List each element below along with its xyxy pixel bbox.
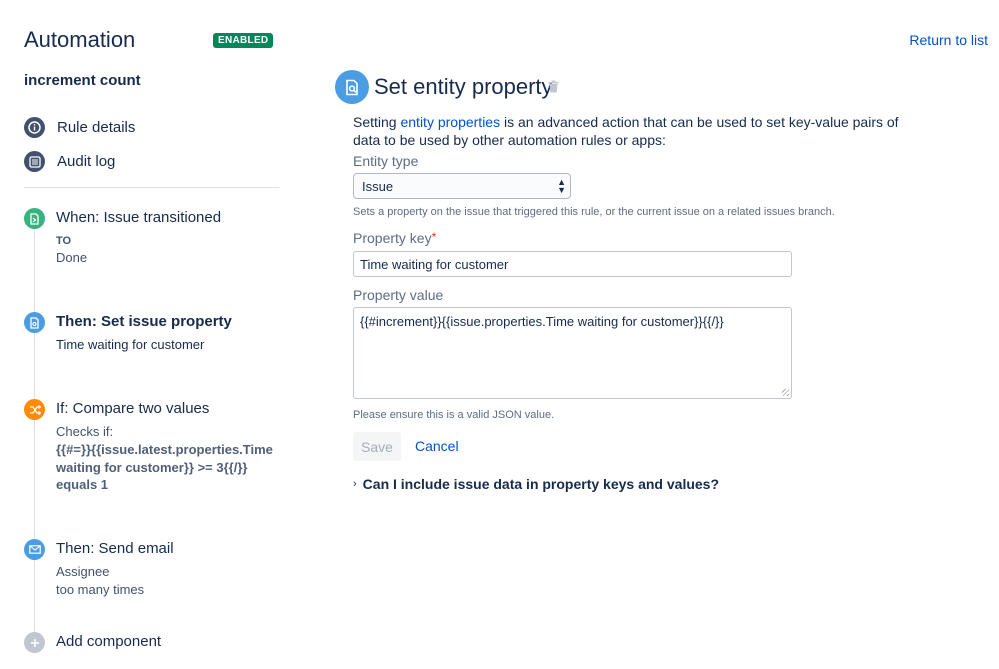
panel-description: Setting entity properties is an advanced…: [353, 114, 899, 148]
nav-label: Audit log: [57, 153, 116, 170]
mail-icon: [24, 539, 45, 560]
panel-title: Set entity property: [374, 74, 553, 99]
step-send-email[interactable]: Then: Send email Assignee too many times: [24, 539, 284, 599]
entity-property-icon: [335, 70, 369, 104]
nav-label: Rule details: [57, 119, 136, 136]
step-detail: Checks if:: [56, 424, 114, 439]
sidebar-divider: [24, 187, 279, 188]
step-title: When: Issue transitioned: [56, 209, 222, 226]
faq-expander[interactable]: › Can I include issue data in property k…: [353, 476, 719, 492]
property-value-label: Property value: [353, 287, 444, 303]
entity-properties-link[interactable]: entity properties: [400, 114, 500, 130]
nav-audit-log[interactable]: Audit log: [24, 151, 115, 172]
add-component-label: Add component: [56, 633, 162, 650]
property-value-text: {{#increment}}{{issue.properties.Time wa…: [360, 314, 724, 329]
entity-type-label: Entity type: [353, 153, 419, 169]
chevron-right-icon: ›: [353, 478, 357, 490]
step-compare-values[interactable]: If: Compare two values Checks if: {{#=}}…: [24, 399, 284, 494]
property-value-textarea[interactable]: {{#increment}}{{issue.properties.Time wa…: [353, 307, 792, 399]
nav-rule-details[interactable]: Rule details: [24, 117, 135, 138]
step-title: Then: Send email: [56, 540, 174, 557]
resize-handle[interactable]: [782, 389, 789, 396]
info-icon: [24, 117, 45, 138]
step-detail: equals 1: [56, 477, 109, 492]
status-badge: ENABLED: [213, 33, 274, 48]
save-button[interactable]: Save: [353, 432, 401, 461]
rule-name: increment count: [24, 72, 141, 89]
select-arrows-icon: ▲ ▼: [557, 177, 566, 195]
entity-type-value: Issue: [362, 179, 394, 194]
entity-type-help: Sets a property on the issue that trigge…: [353, 206, 835, 218]
step-detail: Done: [56, 250, 88, 265]
plus-icon: [24, 632, 45, 653]
step-set-issue-property[interactable]: Then: Set issue property Time waiting fo…: [24, 312, 284, 356]
step-detail: too many times: [56, 582, 145, 597]
entity-type-select[interactable]: Issue ▲ ▼: [353, 173, 571, 199]
faq-label: Can I include issue data in property key…: [362, 476, 720, 492]
required-marker: *: [431, 230, 437, 244]
shuffle-icon: [24, 399, 45, 420]
cancel-button[interactable]: Cancel: [415, 438, 459, 454]
property-key-input[interactable]: Time waiting for customer: [353, 251, 792, 277]
trash-icon[interactable]: [548, 80, 559, 98]
return-to-list-link[interactable]: Return to list: [909, 32, 988, 48]
step-detail: {{#=}}{{issue.latest.properties.Time wai…: [56, 442, 273, 475]
step-detail: TO: [56, 235, 72, 247]
list-icon: [24, 151, 45, 172]
step-trigger[interactable]: When: Issue transitioned TO Done: [24, 208, 284, 268]
step-detail: Assignee: [56, 564, 110, 579]
property-icon: [24, 312, 45, 333]
property-key-label: Property key*: [353, 230, 437, 246]
page-title: Automation: [24, 27, 136, 52]
step-title: Then: Set issue property: [56, 313, 232, 330]
property-value-help: Please ensure this is a valid JSON value…: [353, 409, 555, 421]
step-detail: Time waiting for customer: [56, 337, 205, 352]
trigger-icon: [24, 208, 45, 229]
add-component-button[interactable]: Add component: [24, 632, 284, 656]
step-title: If: Compare two values: [56, 400, 210, 417]
